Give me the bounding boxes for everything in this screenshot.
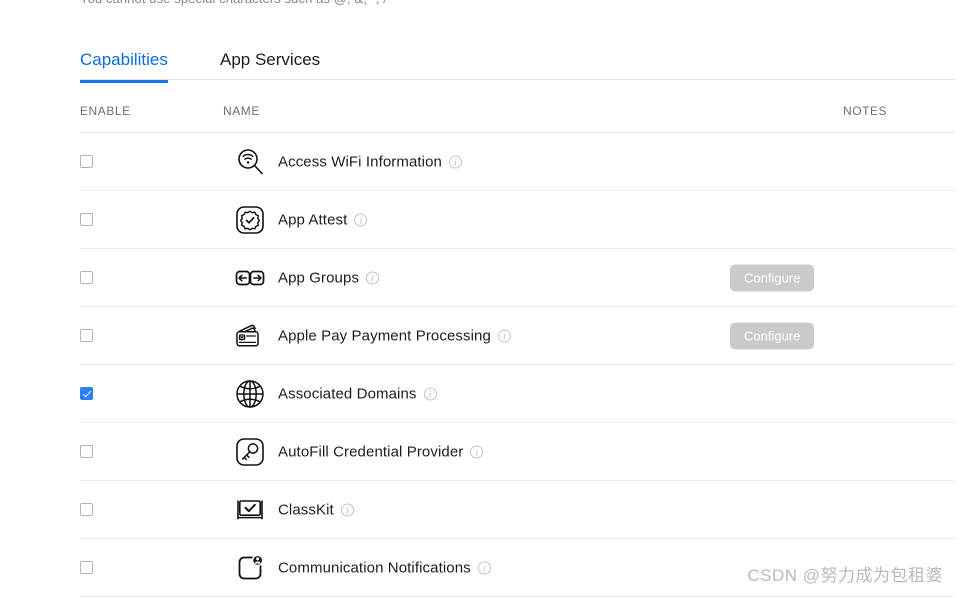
capabilities-table: ENABLE NAME NOTES Access WiFi Informatio… <box>80 104 955 597</box>
capability-name: ClassKit <box>278 501 334 518</box>
table-row: Associated Domains i <box>80 365 955 423</box>
capability-name-cell: Associated Domains i <box>278 385 437 402</box>
enable-cell <box>80 442 120 462</box>
enable-cell <box>80 500 120 520</box>
globe-icon <box>233 377 267 411</box>
tab-bar: Capabilities App Services <box>80 42 955 83</box>
enable-checkbox[interactable] <box>80 271 93 284</box>
info-icon[interactable]: i <box>477 561 491 574</box>
enable-checkbox[interactable] <box>80 503 93 516</box>
capability-name: AutoFill Credential Provider <box>278 443 464 460</box>
info-icon[interactable]: i <box>340 503 354 516</box>
table-row: Access WiFi Information i <box>80 133 955 191</box>
notes-cell: Configure <box>730 264 815 291</box>
info-icon[interactable]: i <box>354 213 368 226</box>
enable-cell <box>80 558 120 578</box>
table-row: AutoFill Credential Provider i <box>80 423 955 481</box>
info-icon[interactable]: i <box>366 271 380 284</box>
payment-cards-icon <box>233 319 267 353</box>
enable-checkbox[interactable] <box>80 561 93 574</box>
tab-capabilities[interactable]: Capabilities <box>80 42 168 83</box>
enable-checkbox[interactable] <box>80 329 93 342</box>
capability-name: Access WiFi Information <box>278 153 443 170</box>
enable-checkbox[interactable] <box>80 213 93 226</box>
info-icon[interactable]: i <box>423 387 437 400</box>
classkit-board-icon <box>233 493 267 527</box>
app-attest-badge-icon <box>233 203 267 237</box>
capability-name-cell: ClassKit i <box>278 501 354 518</box>
wifi-magnifier-icon <box>233 145 267 179</box>
table-row: App Groups i Configure <box>80 249 955 307</box>
capability-name: App Groups <box>278 269 360 286</box>
column-header-enable: ENABLE <box>80 104 131 118</box>
special-characters-note: You cannot use special characters such a… <box>80 0 387 6</box>
enable-cell <box>80 326 120 346</box>
capability-name-cell: AutoFill Credential Provider i <box>278 443 484 460</box>
info-icon[interactable]: i <box>497 329 511 342</box>
capability-name-cell: Communication Notifications i <box>278 559 491 576</box>
column-header-name: NAME <box>223 104 260 118</box>
enable-checkbox[interactable] <box>80 445 93 458</box>
info-icon[interactable]: i <box>449 155 463 168</box>
capability-name-cell: App Attest i <box>278 211 368 228</box>
capability-name: Apple Pay Payment Processing <box>278 327 491 344</box>
table-row: ClassKit i <box>80 481 955 539</box>
configure-button[interactable]: Configure <box>730 264 815 291</box>
enable-checkbox[interactable] <box>80 155 93 168</box>
enable-cell <box>80 210 120 230</box>
enable-cell <box>80 384 120 404</box>
column-header-notes: NOTES <box>843 104 888 118</box>
watermark: CSDN @努力成为包租婆 <box>747 566 943 585</box>
capability-name-cell: Access WiFi Information i <box>278 153 463 170</box>
capability-name: App Attest <box>278 211 348 228</box>
capability-name: Communication Notifications <box>278 559 471 576</box>
info-icon[interactable]: i <box>470 445 484 458</box>
person-badge-icon <box>233 551 267 585</box>
notes-cell: Configure <box>730 322 815 349</box>
enable-cell <box>80 152 120 172</box>
app-groups-arrows-icon <box>233 261 267 295</box>
capability-name-cell: App Groups i <box>278 269 380 286</box>
table-row: Apple Pay Payment Processing i Configure <box>80 307 955 365</box>
enable-checkbox[interactable] <box>80 387 93 400</box>
configure-button[interactable]: Configure <box>730 322 815 349</box>
table-header: ENABLE NAME NOTES <box>80 104 955 133</box>
table-row: App Attest i <box>80 191 955 249</box>
capability-name-cell: Apple Pay Payment Processing i <box>278 327 511 344</box>
key-icon <box>233 435 267 469</box>
tab-app-services[interactable]: App Services <box>220 42 320 80</box>
capability-name: Associated Domains <box>278 385 417 402</box>
enable-cell <box>80 268 120 288</box>
